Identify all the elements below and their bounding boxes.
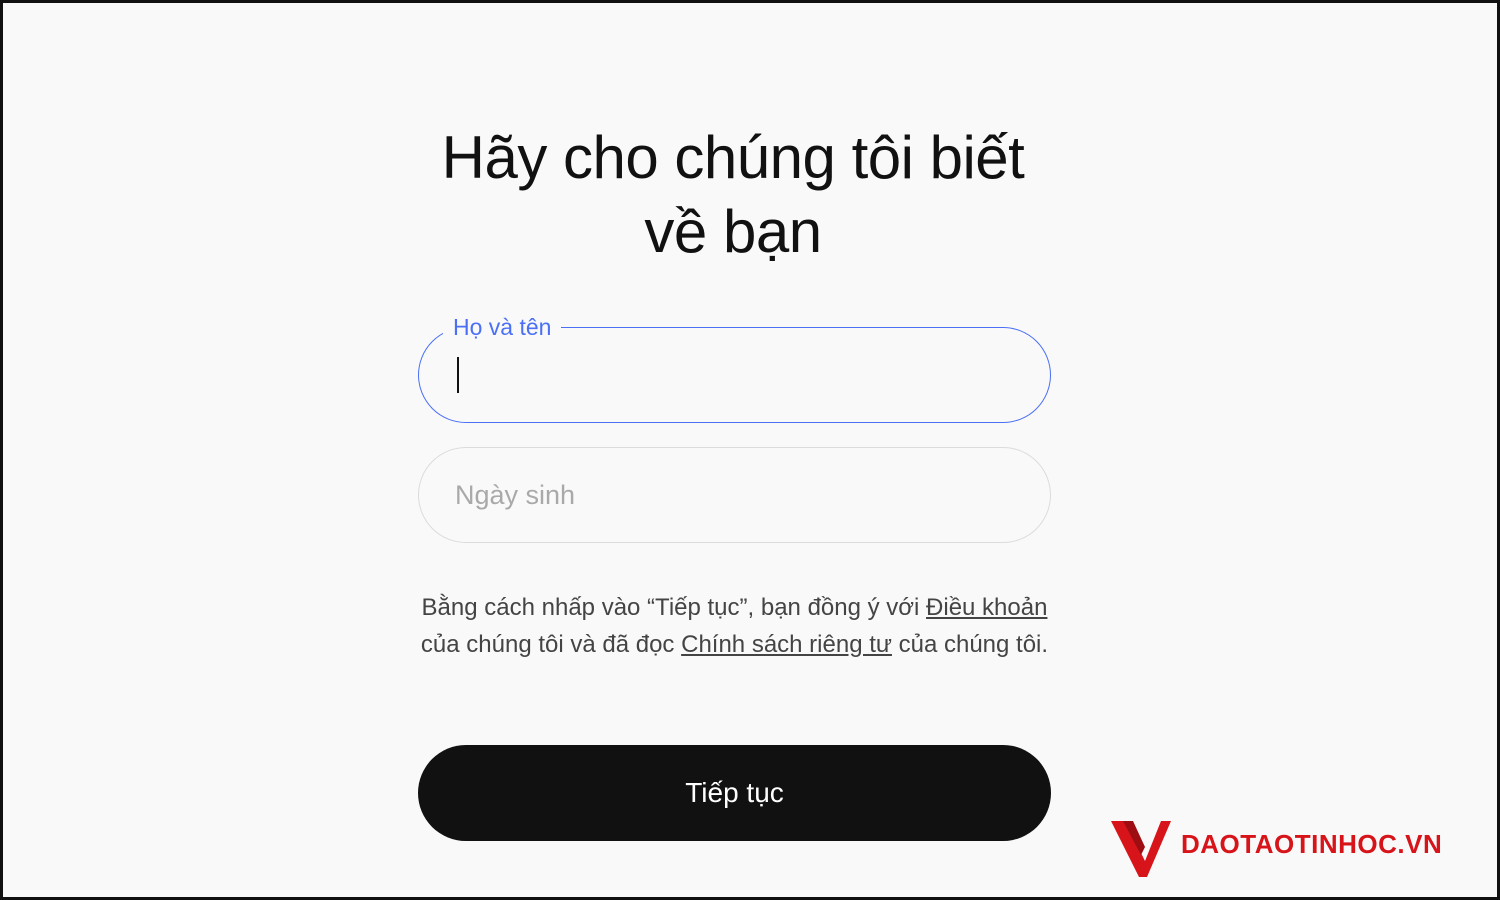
legal-text-before: Bằng cách nhấp vào “Tiếp tục”, bạn đồng …	[421, 594, 927, 621]
full-name-label: Họ và tên	[443, 312, 562, 342]
page-title: Hãy cho chúng tôi biết về bạn	[383, 121, 1083, 269]
page-frame: Hãy cho chúng tôi biết về bạn Họ và tên B…	[0, 0, 1500, 900]
legal-notice: Bằng cách nhấp vào “Tiếp tục”, bạn đồng …	[418, 589, 1051, 663]
full-name-input[interactable]	[455, 350, 1015, 400]
page-title-line1: Hãy cho chúng tôi biết	[441, 124, 1025, 191]
watermark-logo-icon	[1111, 821, 1171, 877]
watermark: DAOTAOTINHOC.VN	[1109, 815, 1497, 881]
terms-link[interactable]: Điều khoản	[926, 594, 1047, 621]
text-caret	[457, 357, 459, 393]
birthday-input[interactable]	[455, 470, 1015, 520]
continue-button[interactable]: Tiếp tục	[418, 745, 1051, 841]
full-name-field[interactable]: Họ và tên	[418, 312, 1051, 423]
legal-text-middle: của chúng tôi và đã đọc	[420, 631, 682, 658]
watermark-text: DAOTAOTINHOC.VN	[1181, 829, 1443, 859]
page-title-line2: về bạn	[644, 198, 822, 265]
legal-text-after: của chúng tôi.	[891, 631, 1049, 658]
birthday-field[interactable]	[418, 447, 1051, 543]
privacy-policy-link[interactable]: Chính sách riêng tư	[681, 631, 892, 658]
